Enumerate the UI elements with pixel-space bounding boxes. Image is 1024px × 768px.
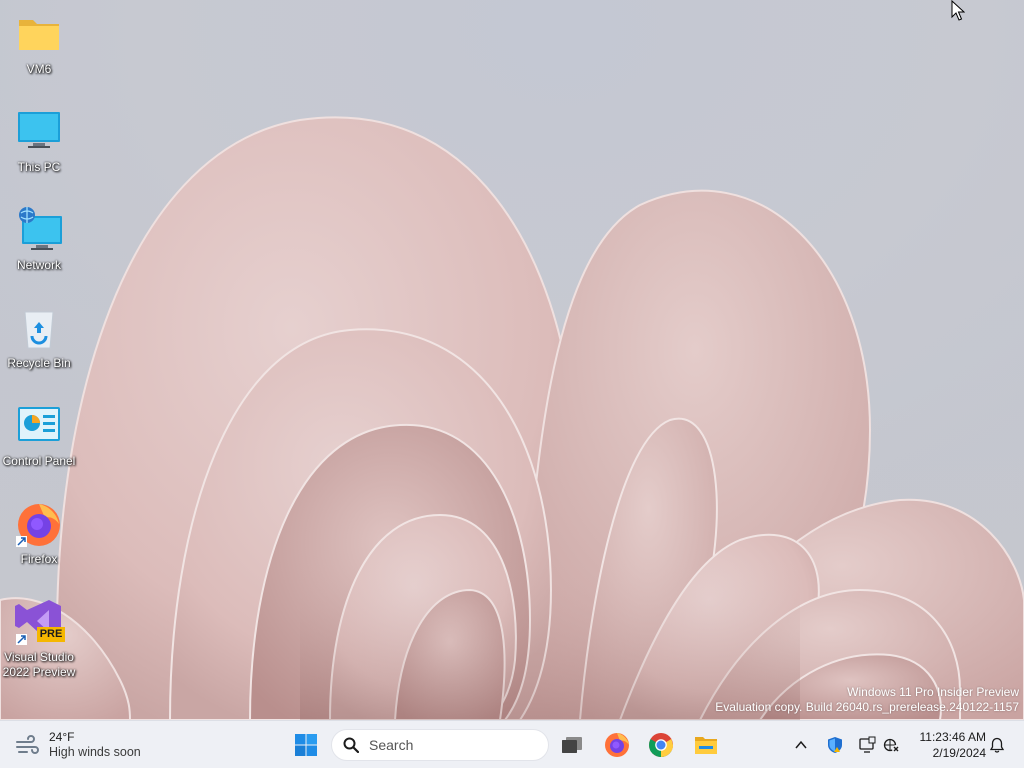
- desktop-icon-label: Recycle Bin: [7, 356, 71, 370]
- desktop-icon-label: Firefox: [20, 552, 58, 566]
- desktop-icon-firefox[interactable]: Firefox: [2, 492, 76, 578]
- file-explorer-icon: [695, 737, 717, 754]
- desktop-icon-recycle-bin[interactable]: Recycle Bin: [2, 296, 76, 382]
- task-view-icon: [562, 737, 582, 753]
- mouse-cursor-icon: [951, 0, 965, 21]
- weather-temperature: 24°F: [49, 730, 75, 744]
- evaluation-watermark: Windows 11 Pro Insider Preview Evaluatio…: [715, 685, 1019, 715]
- control-panel-icon: [15, 402, 63, 450]
- display-tray-button[interactable]: [854, 727, 880, 763]
- wind-icon: [16, 735, 39, 754]
- network-icon: [15, 206, 63, 254]
- windows-security-tray-button[interactable]: [822, 727, 848, 763]
- taskbar-chrome-button[interactable]: [641, 727, 681, 763]
- wallpaper-bloom: [0, 116, 1024, 720]
- firefox-icon: [15, 500, 63, 548]
- taskbar-clock[interactable]: 11:23:46 AM 2/19/2024: [908, 729, 987, 761]
- desktop-icon-label: VM6: [26, 62, 52, 76]
- desktop-icon-label: Network: [16, 258, 61, 272]
- desktop-icon-label: Control Panel: [2, 454, 76, 468]
- watermark-line-2: Evaluation copy. Build 26040.rs_prerelea…: [715, 700, 1019, 714]
- desktop-icon-visual-studio[interactable]: PRE Visual Studio 2022 Preview: [2, 590, 76, 690]
- desktop-icon-label: This PC: [17, 160, 61, 174]
- task-view-button[interactable]: [552, 727, 592, 763]
- desktop-icon-vm6[interactable]: VM6: [2, 2, 76, 88]
- watermark-line-1: Windows 11 Pro Insider Preview: [847, 685, 1019, 699]
- security-shield-icon: [828, 737, 842, 753]
- taskbar-search-box[interactable]: Search: [331, 729, 549, 761]
- monitor-icon: [15, 108, 63, 156]
- network-disconnected-icon: [883, 738, 900, 753]
- clock-date: 2/19/2024: [932, 746, 986, 760]
- preview-badge: PRE: [37, 627, 65, 642]
- desktop-icon-label: Visual Studio 2022 Preview: [2, 650, 76, 679]
- bell-icon: [989, 737, 1005, 753]
- notifications-button[interactable]: [986, 727, 1008, 763]
- folder-icon: [15, 10, 63, 58]
- network-tray-button[interactable]: [879, 727, 905, 763]
- desktop[interactable]: VM6 This PC Network Recycle Bin Control …: [0, 0, 1024, 720]
- desktop-icon-control-panel[interactable]: Control Panel: [2, 394, 76, 480]
- weather-widget[interactable]: 24°F High winds soon: [14, 727, 141, 763]
- taskbar-firefox-button[interactable]: [597, 727, 637, 763]
- visual-studio-icon: PRE: [15, 598, 65, 646]
- show-hidden-icons-button[interactable]: [782, 727, 820, 763]
- weather-condition: High winds soon: [49, 745, 141, 759]
- recycle-bin-icon: [15, 304, 63, 352]
- taskbar-file-explorer-button[interactable]: [686, 727, 726, 763]
- search-placeholder: Search: [369, 737, 414, 753]
- start-button[interactable]: [286, 727, 326, 763]
- desktop-icon-this-pc[interactable]: This PC: [2, 100, 76, 186]
- search-icon: [343, 737, 359, 753]
- display-icon: [859, 736, 876, 753]
- firefox-icon: [605, 733, 629, 757]
- chevron-up-icon: [795, 740, 807, 749]
- taskbar: 24°F High winds soon Search 11:23:46 AM …: [0, 720, 1024, 768]
- desktop-icon-network[interactable]: Network: [2, 198, 76, 284]
- start-icon: [295, 734, 317, 756]
- chrome-icon: [649, 733, 673, 758]
- clock-time: 11:23:46 AM: [919, 730, 987, 744]
